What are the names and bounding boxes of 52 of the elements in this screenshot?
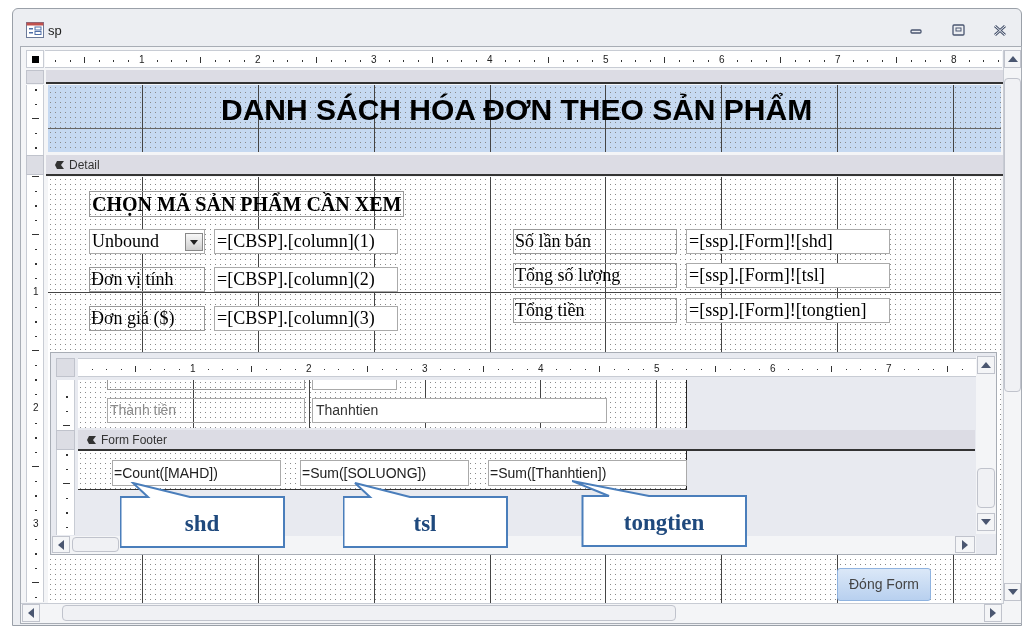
ruler-number: 7 [835, 55, 841, 65]
window-title: sp [48, 24, 62, 37]
text-box[interactable]: =Sum([SOLUONG]) [300, 460, 469, 486]
ruler-number: 2 [306, 363, 312, 374]
callout-text: shd [183, 510, 221, 538]
ruler-number: 7 [886, 363, 892, 374]
close-icon[interactable] [993, 24, 1007, 37]
close-form-button[interactable]: Đóng Form [837, 568, 931, 601]
ruler-number: 6 [719, 55, 725, 65]
text-box[interactable]: =[CBSP].[column](2) [214, 267, 398, 292]
field-label: Đơn vị tính [89, 267, 205, 292]
text-box[interactable]: =[ssp].[Form]![tongtien] [686, 298, 890, 323]
ruler-number: 4 [538, 363, 544, 374]
section-icon[interactable] [54, 159, 65, 170]
ruler-number: 3 [33, 519, 39, 529]
scrollbar-thumb[interactable] [1004, 78, 1021, 392]
field-label: Số lần bán [513, 229, 677, 254]
ruler-number: 5 [654, 363, 660, 374]
ruler-number: 2 [33, 403, 39, 413]
ruler-number: 8 [951, 55, 957, 65]
field-label: Tổng tiền [513, 298, 677, 323]
scrollbar-thumb[interactable] [977, 468, 995, 508]
ruler-number: 1 [139, 55, 145, 65]
ruler-number: 6 [770, 363, 776, 374]
minimize-icon[interactable] [910, 27, 922, 35]
text-box[interactable]: =Count([MAHD]) [112, 460, 281, 486]
combo-box[interactable]: Unbound [89, 229, 205, 254]
caret-icon [190, 239, 198, 245]
ruler-number: 5 [603, 55, 609, 65]
text-box[interactable]: =[CBSP].[column](1) [214, 229, 398, 254]
callout-text: tongtien [622, 509, 706, 537]
ruler-number: 3 [422, 363, 428, 374]
ruler-number: 1 [190, 363, 196, 374]
ruler-number: 3 [371, 55, 377, 65]
scrollbar-thumb[interactable] [62, 605, 676, 621]
text-box[interactable]: =[ssp].[Form]![tsl] [686, 263, 890, 288]
ruler-number: 1 [33, 287, 39, 297]
section-label: Detail [69, 156, 100, 174]
ruler-number: 4 [487, 55, 493, 65]
form-selector[interactable] [26, 50, 44, 68]
text-box[interactable]: Thanhtien [312, 398, 607, 423]
form-icon [26, 22, 44, 38]
text-box[interactable]: =[CBSP].[column](3) [214, 306, 398, 331]
callout-text: tsl [412, 510, 438, 538]
ruler-number: 2 [255, 55, 261, 65]
text-box[interactable]: =[ssp].[Form]![shd] [686, 229, 890, 254]
section-label: Form Footer [101, 431, 167, 449]
section-icon[interactable] [86, 434, 97, 445]
restore-icon[interactable] [952, 24, 965, 36]
text-box[interactable]: =Sum([Thanhtien]) [488, 460, 687, 486]
dropdown-button[interactable] [185, 233, 203, 251]
scrollbar-thumb[interactable] [72, 537, 119, 552]
